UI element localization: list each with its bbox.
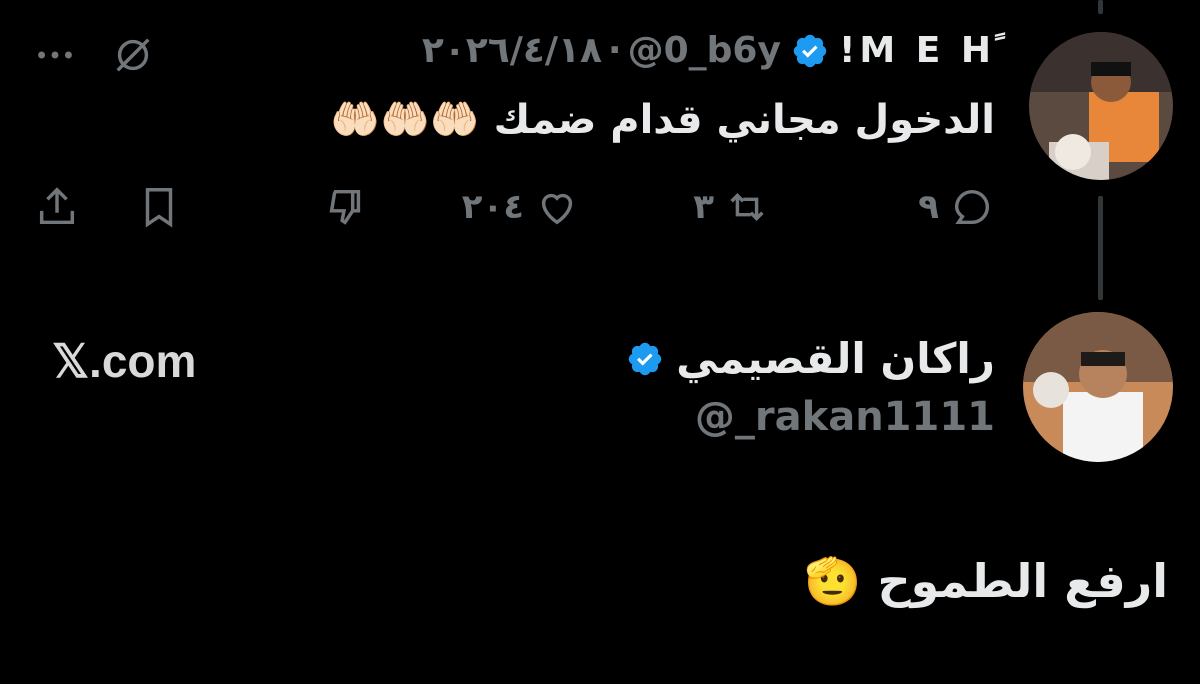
grok-icon[interactable] — [110, 32, 156, 78]
reply-count: ٩ — [918, 187, 939, 227]
reply-icon — [954, 189, 990, 225]
repost-count: ٣ — [693, 187, 714, 227]
card-header: راكان القصيمي — [626, 334, 995, 383]
card-post-body: ارفع الطموح — [877, 554, 1169, 608]
card-avatar[interactable] — [1023, 312, 1173, 462]
dislike-icon — [329, 189, 361, 225]
tweet-text: الدخول مجاني قدام ضمك 🤲🏻🤲🏻🤲🏻 — [330, 96, 995, 143]
like-count: ٢٠٤ — [461, 187, 524, 227]
card-post-text: ارفع الطموح 🫡 — [804, 554, 1168, 609]
tweet-text-emoji: 🤲🏻🤲🏻🤲🏻 — [330, 97, 480, 143]
share-button[interactable] — [34, 184, 80, 230]
repost-icon — [730, 193, 764, 221]
card-handle[interactable]: @_rakan1111 — [695, 394, 995, 440]
tweet-text-body: الدخول مجاني قدام ضمك — [493, 97, 995, 143]
author-avatar-image — [1029, 32, 1173, 180]
author-avatar[interactable] — [1029, 32, 1173, 180]
thread-line-top — [1098, 0, 1103, 14]
separator-dot: · — [607, 30, 622, 71]
more-icon[interactable] — [32, 32, 78, 78]
card-post-emoji: 🫡 — [804, 554, 862, 608]
bookmark-icon — [145, 188, 173, 228]
like-button[interactable]: ٢٠٤ — [462, 184, 580, 230]
share-icon — [39, 187, 75, 225]
dislike-button[interactable] — [322, 184, 368, 230]
like-icon — [541, 193, 573, 225]
bookmark-button[interactable] — [136, 184, 182, 230]
tweet-header: M E Hً! @0_b6y · ٢٠٢٦/٤/١٨ — [422, 30, 995, 71]
thread-line-middle — [1098, 196, 1103, 300]
reply-button[interactable]: ٩ — [918, 184, 995, 230]
card-display-name[interactable]: راكان القصيمي — [676, 334, 995, 383]
card-avatar-image — [1023, 312, 1173, 462]
x-logo-text: 𝕏.com — [52, 335, 197, 387]
repost-button[interactable]: ٣ — [693, 184, 770, 230]
verified-badge-icon — [791, 32, 829, 70]
author-name[interactable]: M E Hً! — [839, 30, 995, 71]
author-handle[interactable]: @0_b6y — [628, 30, 781, 71]
verified-badge-icon — [626, 340, 664, 378]
tweet-date[interactable]: ٢٠٢٦/٤/١٨ — [422, 30, 602, 71]
